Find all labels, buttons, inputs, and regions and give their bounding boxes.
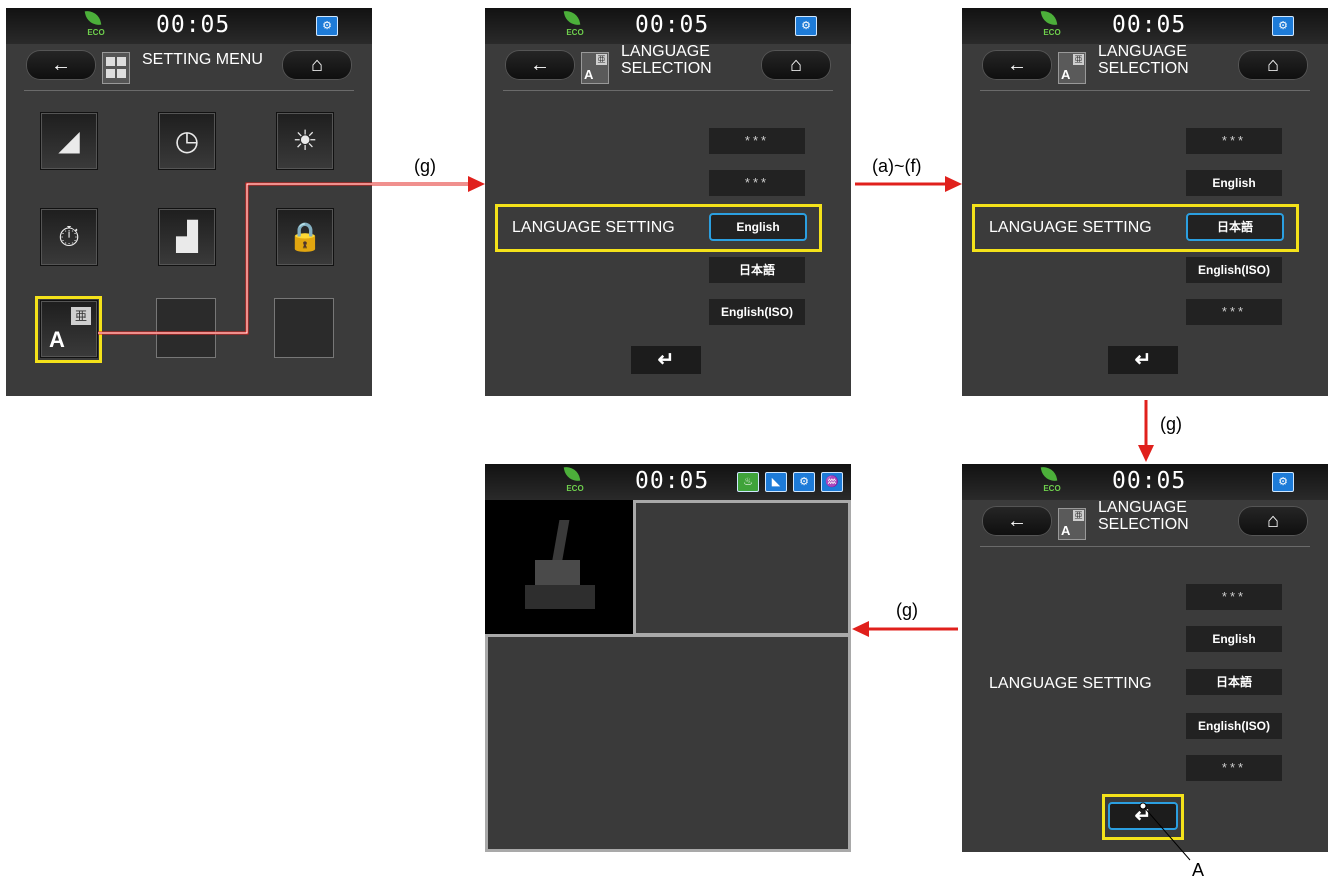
flow-label-af: (a)~(f) — [872, 156, 922, 176]
main-panel — [485, 634, 851, 852]
callout-label-a: A — [1192, 860, 1205, 880]
eco-leaf-icon — [563, 8, 581, 28]
language-option[interactable]: *** — [1186, 755, 1282, 781]
language-selection-screen-3: ECO 00:05 ⚙ ← A亜 LANGUAGE SELECTION ⌂ **… — [962, 464, 1328, 852]
status-bar: ECO 00:05 ⚙ — [962, 464, 1328, 500]
lamp-status-icon: ♨ — [737, 472, 759, 492]
language-option[interactable]: English(ISO) — [1186, 713, 1282, 739]
setting-menu-screen: ECO 00:05 ⚙ ← SETTING MENU ⌂ ◢ ◷ ☀ ⏱ ▟ 🔒… — [6, 8, 372, 396]
clock-display: 00:05 — [1112, 12, 1187, 38]
maintenance-timer-icon[interactable]: ⏱ — [40, 208, 98, 266]
home-button[interactable]: ⌂ — [761, 50, 831, 80]
eco-indicator: ECO — [84, 8, 108, 42]
eco-indicator: ECO — [563, 8, 587, 42]
security-lock-icon[interactable]: 🔒 — [276, 208, 334, 266]
language-option[interactable]: *** — [1186, 299, 1282, 325]
machine-view — [485, 500, 633, 634]
language-option[interactable]: *** — [1186, 584, 1282, 610]
language-icon: A亜 — [1058, 508, 1086, 540]
eco-leaf-icon — [1040, 464, 1058, 484]
flow-label-g3: (g) — [896, 600, 918, 620]
eco-indicator: ECO — [1040, 464, 1064, 498]
language-selection-screen-1: ECO 00:05 ⚙ ← A亜 LANGUAGE SELECTION ⌂ **… — [485, 8, 851, 396]
engine-status-icon: ⚙ — [1272, 472, 1294, 492]
clock-display: 00:05 — [156, 12, 231, 38]
page-title-line1: LANGUAGE — [1098, 499, 1187, 516]
title-separator — [503, 90, 833, 91]
empty-slot — [156, 298, 216, 358]
language-setting-label: LANGUAGE SETTING — [989, 675, 1152, 692]
engine-status-icon: ⚙ — [316, 16, 338, 36]
equalizer-icon[interactable]: ▟ — [158, 208, 216, 266]
status-bar: ECO 00:05 ⚙ — [485, 8, 851, 44]
camera-panel — [633, 500, 851, 636]
language-option[interactable]: English(ISO) — [1186, 257, 1282, 283]
eco-leaf-icon — [84, 8, 102, 28]
clock-display: 00:05 — [635, 12, 710, 38]
page-title-line2: SELECTION — [1098, 60, 1189, 77]
clock-display: 00:05 — [635, 468, 710, 494]
title-separator — [980, 546, 1310, 547]
selection-highlight — [35, 296, 102, 363]
page-title-line1: LANGUAGE — [621, 43, 710, 60]
title-separator — [980, 90, 1310, 91]
fan-status-icon: ♒ — [821, 472, 843, 492]
page-title-line2: SELECTION — [621, 60, 712, 77]
engine-status-icon: ⚙ — [1272, 16, 1294, 36]
setting-menu-icon — [102, 52, 130, 84]
status-bar: ECO 00:05 ♨ ◣ ⚙ ♒ — [485, 464, 851, 500]
empty-slot — [274, 298, 334, 358]
eco-indicator: ECO — [563, 464, 587, 498]
brightness-icon[interactable]: ☀ — [276, 112, 334, 170]
language-option[interactable]: 日本語 — [709, 257, 805, 283]
flow-label-g1: (g) — [414, 156, 436, 176]
back-button[interactable]: ← — [505, 50, 575, 80]
home-button[interactable]: ⌂ — [1238, 506, 1308, 536]
back-button[interactable]: ← — [982, 506, 1052, 536]
language-option[interactable]: English — [1186, 170, 1282, 196]
selection-highlight — [495, 204, 822, 252]
language-selection-screen-2: ECO 00:05 ⚙ ← A亜 LANGUAGE SELECTION ⌂ **… — [962, 8, 1328, 396]
language-option[interactable]: *** — [709, 170, 805, 196]
status-bar: ECO 00:05 ⚙ — [6, 8, 372, 44]
clock-icon[interactable]: ◷ — [158, 112, 216, 170]
flow-label-g2: (g) — [1160, 414, 1182, 434]
clock-display: 00:05 — [1112, 468, 1187, 494]
language-option[interactable]: *** — [1186, 128, 1282, 154]
selection-highlight — [972, 204, 1299, 252]
language-option[interactable]: English — [1186, 626, 1282, 652]
wiper-status-icon: ◣ — [765, 472, 787, 492]
selection-highlight — [1102, 794, 1184, 840]
eco-indicator: ECO — [1040, 8, 1064, 42]
title-separator — [24, 90, 354, 91]
language-option[interactable]: English(ISO) — [709, 299, 805, 325]
back-button[interactable]: ← — [26, 50, 96, 80]
camera-icon[interactable]: ◢ — [40, 112, 98, 170]
main-screen: ECO 00:05 ♨ ◣ ⚙ ♒ — [485, 464, 851, 852]
language-option[interactable]: 日本語 — [1186, 669, 1282, 695]
back-button[interactable]: ← — [982, 50, 1052, 80]
page-title: SETTING MENU — [142, 51, 263, 68]
page-title-line2: SELECTION — [1098, 516, 1189, 533]
page-title-line1: LANGUAGE — [1098, 43, 1187, 60]
home-button[interactable]: ⌂ — [1238, 50, 1308, 80]
language-icon: A亜 — [1058, 52, 1086, 84]
engine-status-icon: ⚙ — [793, 472, 815, 492]
enter-button[interactable]: ↵ — [1108, 346, 1178, 374]
language-icon: A亜 — [581, 52, 609, 84]
engine-status-icon: ⚙ — [795, 16, 817, 36]
language-option[interactable]: *** — [709, 128, 805, 154]
home-button[interactable]: ⌂ — [282, 50, 352, 80]
eco-leaf-icon — [563, 464, 581, 484]
excavator-image — [525, 520, 595, 615]
status-bar: ECO 00:05 ⚙ — [962, 8, 1328, 44]
eco-leaf-icon — [1040, 8, 1058, 28]
enter-button[interactable]: ↵ — [631, 346, 701, 374]
